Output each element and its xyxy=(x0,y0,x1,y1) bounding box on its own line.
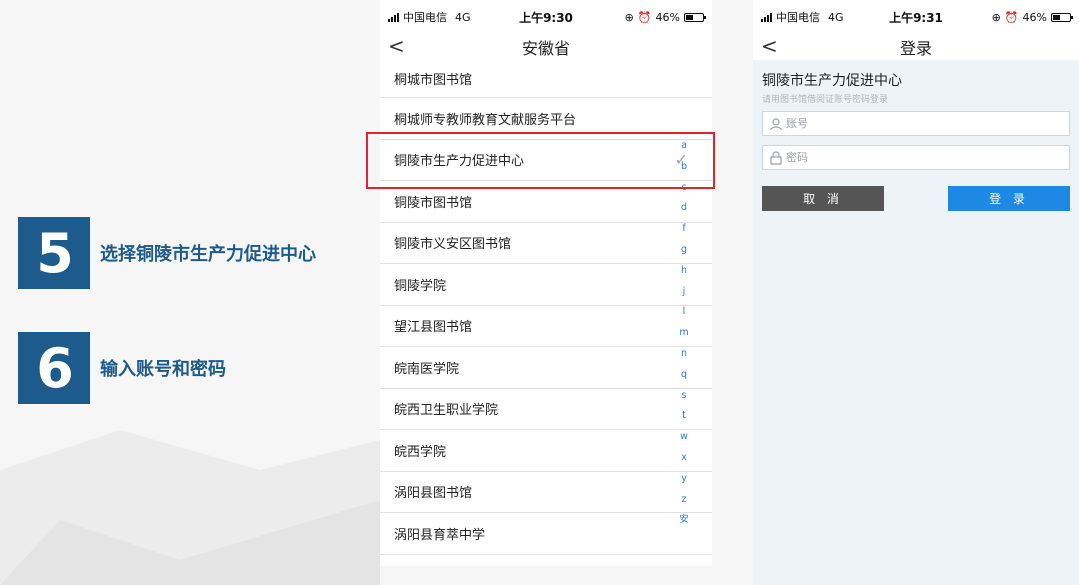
list-item[interactable]: 皖南医学院 xyxy=(380,347,712,389)
signal-icon xyxy=(388,12,399,22)
lock-rotation-icon: ⊕ xyxy=(624,10,634,24)
step-label: 输入账号和密码 xyxy=(100,359,226,380)
index-letter[interactable]: n xyxy=(678,344,690,365)
step-6: 6 输入账号和密码 xyxy=(18,332,226,404)
step-number-badge: 6 xyxy=(18,332,90,404)
index-letter[interactable]: m xyxy=(678,323,690,344)
password-field[interactable] xyxy=(762,145,1070,170)
button-row: 取 消 登 录 xyxy=(762,186,1070,211)
cancel-button[interactable]: 取 消 xyxy=(762,186,884,211)
index-letter[interactable]: d xyxy=(678,198,690,219)
phone-screen-library-list: 中国电信 4G 上午9:30 ⊕ ⏰ 46% < 安徽省 桐城市图书馆 桐城师专… xyxy=(380,0,712,566)
organization-name: 铜陵市生产力促进中心 xyxy=(762,73,902,89)
status-bar: 中国电信 4G 上午9:31 ⊕ ⏰ 46% xyxy=(753,0,1079,34)
index-letter[interactable]: q xyxy=(678,365,690,386)
step-number-badge: 5 xyxy=(18,217,90,289)
account-field[interactable] xyxy=(762,111,1070,136)
index-letter[interactable]: s xyxy=(678,386,690,407)
chevron-left-icon[interactable]: < xyxy=(388,34,405,58)
nav-bar: < 登录 xyxy=(753,34,1079,60)
step-label: 选择铜陵市生产力促进中心 xyxy=(100,244,316,265)
signal-icon xyxy=(761,12,772,22)
list-item[interactable]: 涡阳县育萃中学 xyxy=(380,513,712,555)
page-title: 安徽省 xyxy=(521,39,570,58)
index-letter[interactable]: f xyxy=(678,219,690,240)
alphabet-index[interactable]: a b c d f g h j l m n q s t w x y z 安 xyxy=(678,136,690,531)
phone-screen-login: 中国电信 4G 上午9:31 ⊕ ⏰ 46% < 登录 铜陵市生产力促进中心 请… xyxy=(753,0,1079,585)
index-letter[interactable]: t xyxy=(678,406,690,427)
list-item[interactable]: 望江县图书馆 xyxy=(380,306,712,347)
status-bar: 中国电信 4G 上午9:30 ⊕ ⏰ 46% xyxy=(380,0,712,34)
list-item[interactable]: 桐城师专教师教育文献服务平台 xyxy=(380,98,712,140)
carrier-label: 中国电信 xyxy=(403,11,447,24)
index-letter[interactable]: b xyxy=(678,157,690,178)
index-letter[interactable]: w xyxy=(678,427,690,448)
user-icon xyxy=(769,117,783,130)
index-letter[interactable]: x xyxy=(678,448,690,469)
index-letter[interactable]: c xyxy=(678,178,690,199)
index-letter[interactable]: a xyxy=(678,136,690,157)
carrier-label: 中国电信 xyxy=(776,11,820,24)
account-input[interactable] xyxy=(786,117,1036,130)
index-letter[interactable]: z xyxy=(678,490,690,511)
library-list: 桐城市图书馆 桐城师专教师教育文献服务平台 铜陵市生产力促进中心 ✓ 铜陵市图书馆… xyxy=(380,60,712,555)
network-label: 4G xyxy=(828,10,844,24)
list-item[interactable]: 皖西学院 xyxy=(380,430,712,472)
login-form: 铜陵市生产力促进中心 请用图书馆借阅证账号密码登录 取 消 登 录 xyxy=(753,60,1079,221)
index-letter[interactable]: g xyxy=(678,240,690,261)
list-item[interactable]: 皖西卫生职业学院 xyxy=(380,389,712,430)
index-letter[interactable]: j xyxy=(678,282,690,303)
index-letter[interactable]: h xyxy=(678,261,690,282)
index-letter[interactable]: y xyxy=(678,469,690,490)
battery-icon xyxy=(683,12,706,22)
list-item[interactable]: 铜陵学院 xyxy=(380,264,712,306)
alarm-icon: ⏰ xyxy=(1004,10,1019,24)
battery-percent: 46% xyxy=(655,10,680,24)
battery-icon xyxy=(1050,12,1073,22)
status-time: 上午9:31 xyxy=(889,10,943,25)
page-title: 登录 xyxy=(899,39,932,58)
battery-percent: 46% xyxy=(1022,10,1047,24)
list-item-selected[interactable]: 铜陵市生产力促进中心 ✓ xyxy=(380,140,712,181)
lock-rotation-icon: ⊕ xyxy=(991,10,1001,24)
chevron-left-icon[interactable]: < xyxy=(761,34,778,58)
list-item[interactable]: 铜陵市义安区图书馆 xyxy=(380,223,712,264)
index-letter[interactable]: 安 xyxy=(678,510,690,531)
login-hint: 请用图书馆借阅证账号密码登录 xyxy=(762,95,889,105)
list-item[interactable]: 桐城市图书馆 xyxy=(380,60,712,98)
list-item[interactable]: 涡阳县图书馆 xyxy=(380,472,712,513)
nav-bar: < 安徽省 xyxy=(380,34,712,60)
password-input[interactable] xyxy=(786,151,1036,164)
status-time: 上午9:30 xyxy=(519,10,573,25)
login-button[interactable]: 登 录 xyxy=(948,186,1070,211)
index-letter[interactable]: l xyxy=(678,302,690,323)
list-item[interactable]: 铜陵市图书馆 xyxy=(380,181,712,223)
step-5: 5 选择铜陵市生产力促进中心 xyxy=(18,217,316,289)
network-label: 4G xyxy=(455,10,471,24)
alarm-icon: ⏰ xyxy=(637,10,652,24)
lock-icon xyxy=(770,150,782,165)
